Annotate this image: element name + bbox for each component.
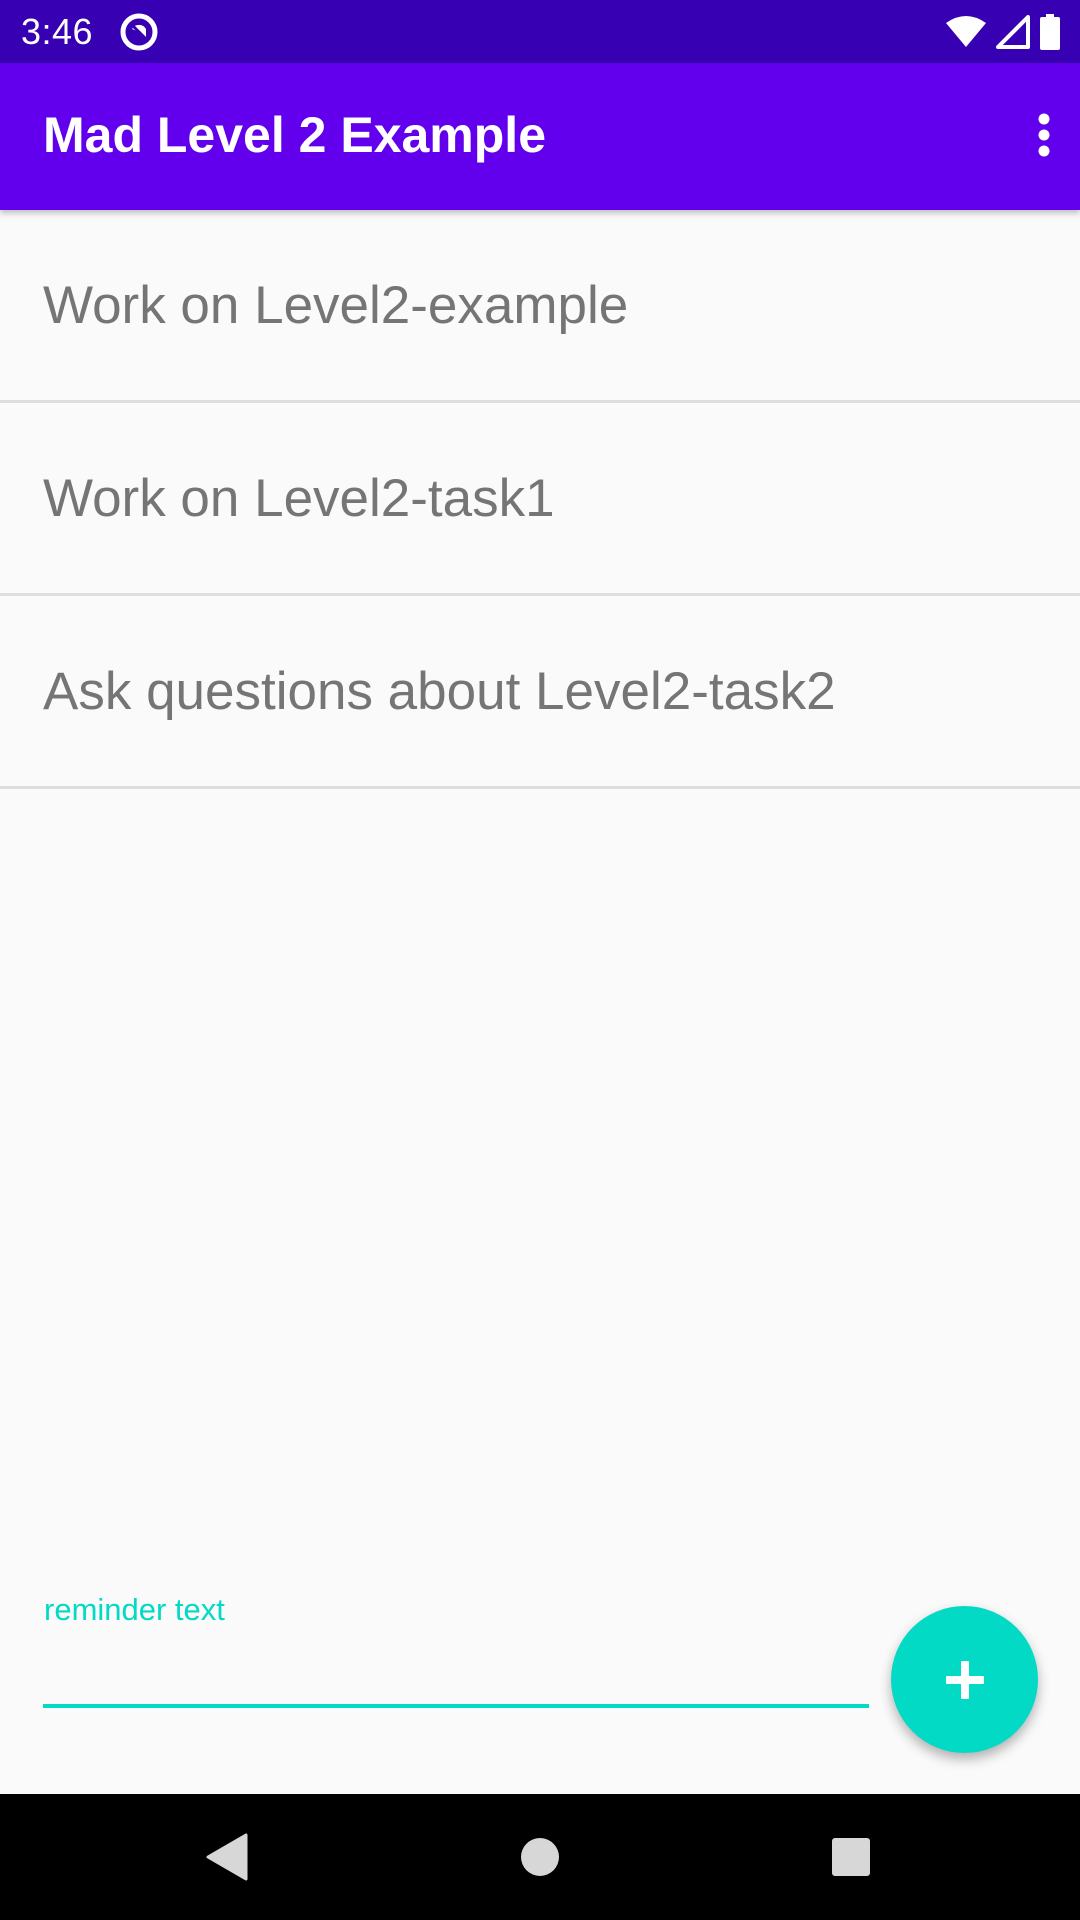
reminder-text: Work on Level2-example — [43, 275, 629, 335]
list-item[interactable]: Work on Level2-example — [0, 210, 1080, 403]
status-bar: 3:46 — [0, 0, 1080, 63]
list-item[interactable]: Work on Level2-task1 — [0, 403, 1080, 596]
back-button[interactable] — [196, 1827, 256, 1887]
overflow-menu-button[interactable] — [1014, 90, 1074, 180]
more-vert-icon — [1038, 113, 1050, 157]
status-icons — [946, 12, 1060, 52]
add-reminder-button[interactable] — [891, 1606, 1038, 1753]
back-icon — [206, 1833, 248, 1881]
reminder-text: Work on Level2-task1 — [43, 468, 555, 528]
wifi-icon — [946, 16, 986, 47]
add-icon — [945, 1660, 984, 1699]
list-item[interactable]: Ask questions about Level2-task2 — [0, 596, 1080, 789]
app-title: Mad Level 2 Example — [43, 107, 547, 163]
navigation-bar — [0, 1794, 1080, 1920]
recents-icon — [832, 1838, 870, 1876]
app-bar: Mad Level 2 Example — [0, 63, 1080, 210]
cell-signal-icon — [996, 15, 1030, 49]
app-notification-icon — [120, 13, 158, 51]
reminder-input[interactable] — [43, 1642, 869, 1708]
recents-button[interactable] — [821, 1827, 881, 1887]
status-time: 3:46 — [21, 11, 94, 52]
reminder-input-container: reminder text — [43, 1590, 869, 1720]
reminder-input-label: reminder text — [44, 1592, 225, 1627]
reminder-text: Ask questions about Level2-task2 — [43, 661, 836, 721]
home-button[interactable] — [510, 1827, 570, 1887]
home-icon — [521, 1838, 559, 1876]
battery-icon — [1040, 14, 1060, 50]
reminder-list: Work on Level2-example Work on Level2-ta… — [0, 210, 1080, 789]
